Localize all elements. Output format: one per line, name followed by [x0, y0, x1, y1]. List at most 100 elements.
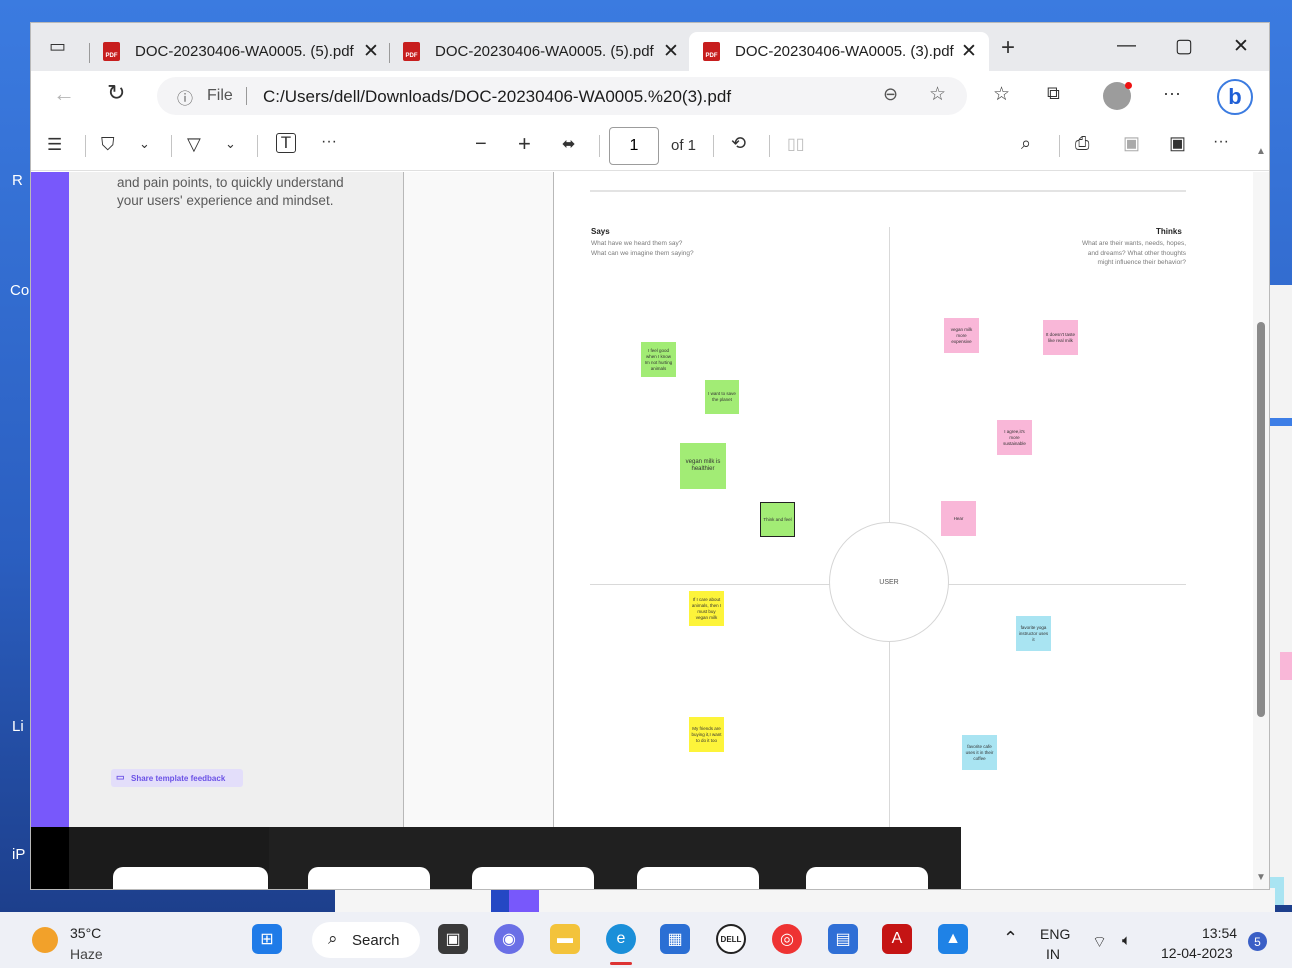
- sticky-note[interactable]: If I care about animals, then I must buy…: [689, 591, 724, 626]
- sticky-note[interactable]: Hear: [941, 501, 976, 536]
- wifi-icon[interactable]: ⌔: [1092, 932, 1107, 952]
- teams-chat-icon[interactable]: ◉: [494, 924, 524, 954]
- chevron-down-icon[interactable]: ⌄: [225, 136, 236, 152]
- volume-icon[interactable]: 🔈︎: [1122, 932, 1131, 949]
- scroll-up-icon[interactable]: ▲: [1256, 146, 1266, 157]
- zoom-in-icon[interactable]: +: [518, 131, 531, 157]
- notepad-icon[interactable]: ▤: [828, 924, 858, 954]
- contents-icon[interactable]: ☰: [47, 135, 62, 155]
- zoom-out-icon[interactable]: −: [475, 133, 487, 156]
- sticky-note[interactable]: I feel good when I know Im not hurting a…: [641, 342, 676, 377]
- sticky-note[interactable]: vegan milk more expensive: [944, 318, 979, 353]
- search-label: Search: [352, 932, 400, 949]
- page-view-icon[interactable]: ▯▯: [787, 134, 805, 154]
- chevron-down-icon[interactable]: ⌄: [139, 136, 150, 152]
- close-tab-icon[interactable]: ✕: [961, 40, 977, 63]
- search-box[interactable]: ⌕ Search: [312, 922, 420, 958]
- back-icon[interactable]: ←: [53, 81, 75, 107]
- store-icon[interactable]: ▦: [660, 924, 690, 954]
- share-feedback-button[interactable]: ▭ Share template feedback: [111, 769, 243, 787]
- file-explorer-icon[interactable]: ▬: [550, 924, 580, 954]
- language-secondary[interactable]: IN: [1046, 946, 1060, 962]
- dell-icon[interactable]: DELL: [716, 924, 746, 954]
- close-tab-icon[interactable]: ✕: [363, 40, 379, 63]
- clock-date[interactable]: 12-04-2023: [1161, 945, 1233, 961]
- omnibox[interactable]: ⓘ File C:/Users/dell/Downloads/DOC-20230…: [157, 77, 967, 115]
- sticky-note[interactable]: Think and feel: [760, 502, 795, 537]
- bing-chat-icon[interactable]: b: [1217, 79, 1253, 115]
- vertical-scrollbar[interactable]: ▲ ▼: [1253, 146, 1269, 889]
- more-tools-icon[interactable]: ···: [321, 133, 337, 151]
- save-icon[interactable]: ▣: [1123, 133, 1140, 154]
- draw-icon[interactable]: ▽: [187, 134, 201, 155]
- tab-pdf-2[interactable]: PDF DOC-20230406-WA0005. (5).pdf ✕: [391, 32, 691, 71]
- desktop-icon-label[interactable]: Li: [12, 718, 24, 735]
- collections-icon[interactable]: ⧉: [1047, 83, 1060, 104]
- more-icon[interactable]: ···: [1163, 83, 1181, 104]
- language-primary[interactable]: ENG: [1040, 926, 1070, 942]
- rotate-icon[interactable]: ⟲: [731, 133, 746, 154]
- page-number-input[interactable]: 1: [609, 127, 659, 165]
- sticky-note[interactable]: vegan milk is healthier: [680, 443, 726, 489]
- refresh-icon[interactable]: ↻: [107, 80, 125, 106]
- thumbnail-card[interactable]: [806, 867, 928, 889]
- more-options-icon[interactable]: ···: [1213, 133, 1229, 151]
- acrobat-icon[interactable]: A: [882, 924, 912, 954]
- empathy-map: Says What have we heard them say? What c…: [554, 172, 1249, 889]
- text-icon[interactable]: T: [276, 133, 296, 153]
- chevron-up-icon[interactable]: ⌃: [1003, 928, 1018, 949]
- task-view-icon[interactable]: ▣: [438, 924, 468, 954]
- desktop-icon-label[interactable]: iP: [12, 846, 25, 863]
- sticky-note[interactable]: My friends are buying it,I want to do it…: [689, 717, 724, 752]
- desktop-icon-label[interactable]: Co: [10, 282, 29, 299]
- weather-icon[interactable]: [32, 927, 58, 953]
- url-text[interactable]: C:/Users/dell/Downloads/DOC-20230406-WA0…: [263, 87, 731, 107]
- start-icon[interactable]: ⊞: [252, 924, 282, 954]
- zoom-icon[interactable]: ⊖: [883, 84, 898, 105]
- minimize-icon[interactable]: —: [1117, 35, 1136, 57]
- omnibox-divider: [246, 87, 247, 105]
- scroll-down-icon[interactable]: ▼: [1256, 872, 1266, 883]
- close-window-icon[interactable]: ✕: [1233, 35, 1249, 58]
- save-as-icon[interactable]: ▣: [1169, 133, 1186, 154]
- print-icon[interactable]: ⎙: [1075, 133, 1089, 154]
- highlight-icon[interactable]: ⛉: [101, 134, 115, 155]
- sticky-note[interactable]: I agree,it's more sustainable: [997, 420, 1032, 455]
- profile-avatar[interactable]: [1103, 82, 1132, 110]
- thumbnail-card[interactable]: [637, 867, 759, 889]
- favorites-icon[interactable]: ☆: [993, 83, 1010, 106]
- new-tab-icon[interactable]: +: [1001, 34, 1015, 62]
- tab-pdf-3-active[interactable]: PDF DOC-20230406-WA0005. (3).pdf ✕: [689, 32, 989, 71]
- pdf-file-icon: PDF: [703, 42, 720, 61]
- search-icon[interactable]: ⌕: [1021, 133, 1031, 154]
- thumbnail-card[interactable]: [113, 867, 268, 889]
- info-icon[interactable]: ⓘ: [177, 85, 193, 109]
- desktop-icon-label[interactable]: R: [12, 172, 23, 189]
- notification-badge[interactable]: 5: [1248, 932, 1267, 951]
- pdf-viewport[interactable]: and pain points, to quickly understand y…: [31, 146, 1269, 889]
- page-count-label: of 1: [671, 137, 697, 154]
- thumbnail-card[interactable]: [308, 867, 430, 889]
- add-favorite-icon[interactable]: ☆: [929, 83, 946, 106]
- sticky-note[interactable]: favorite yoga instructor uses it: [1016, 616, 1051, 651]
- photos-icon[interactable]: ▲: [938, 924, 968, 954]
- sticky-note[interactable]: I want to save the planet: [705, 380, 739, 414]
- close-tab-icon[interactable]: ✕: [663, 40, 679, 63]
- weather-desc[interactable]: Haze: [70, 946, 103, 962]
- sticky-note[interactable]: It doesn't taste like real milk: [1043, 320, 1078, 355]
- maximize-icon[interactable]: ▢: [1175, 35, 1193, 58]
- tab-pdf-1[interactable]: PDF DOC-20230406-WA0005. (5).pdf ✕: [91, 32, 391, 71]
- weather-temp[interactable]: 35°C: [70, 925, 101, 941]
- background-window[interactable]: [1270, 285, 1292, 905]
- sticky-note[interactable]: favorite cafe uses it in their coffee: [962, 735, 997, 770]
- tab-actions-icon[interactable]: ▭: [49, 36, 66, 57]
- background-note: [1280, 652, 1292, 680]
- clock-time[interactable]: 13:54: [1202, 925, 1237, 941]
- edge-icon[interactable]: e: [606, 924, 636, 954]
- scroll-thumb[interactable]: [1257, 322, 1265, 717]
- thumbnail-card[interactable]: [472, 867, 594, 889]
- toolbar-separator: [1059, 135, 1060, 157]
- fit-page-icon[interactable]: ⬌: [562, 134, 575, 154]
- profile-badge: [1125, 82, 1132, 89]
- chrome-icon[interactable]: ◎: [772, 924, 802, 954]
